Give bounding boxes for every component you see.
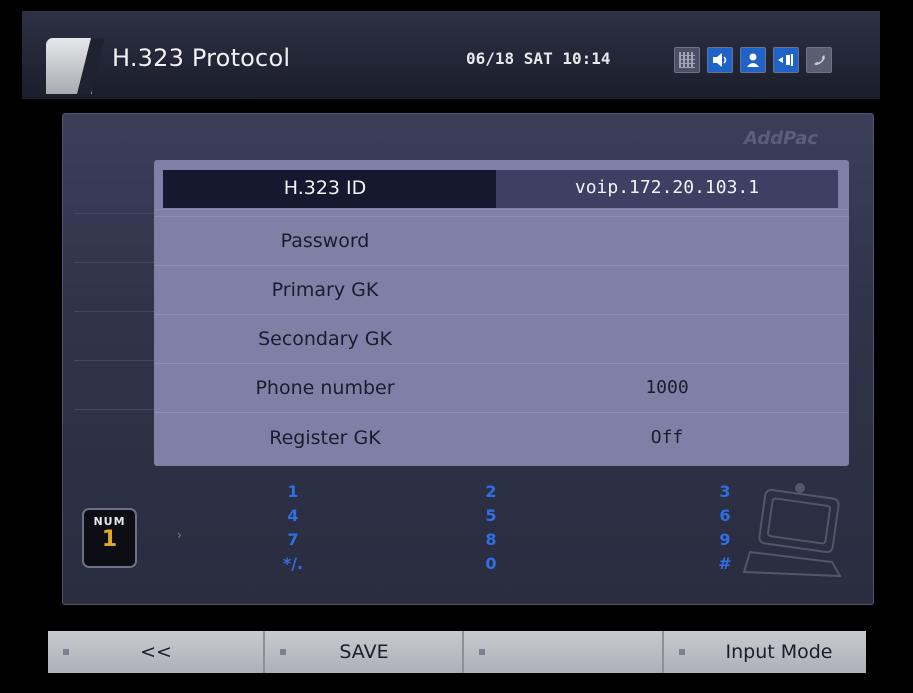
videophone-illustration-icon xyxy=(742,483,842,578)
setting-row-primary-gk[interactable]: Primary GK xyxy=(154,266,849,314)
back-label: << xyxy=(140,641,172,663)
divider xyxy=(74,213,154,214)
setting-row-h323-id[interactable]: H.323 ID voip.172.20.103.1 xyxy=(154,160,849,216)
save-label: SAVE xyxy=(339,641,389,663)
network-icon[interactable] xyxy=(773,47,799,73)
keypad-key: 1 xyxy=(287,482,299,501)
back-button[interactable]: << xyxy=(48,631,264,673)
setting-value[interactable] xyxy=(496,266,838,314)
setting-label: Primary GK xyxy=(271,279,379,301)
divider xyxy=(74,360,154,361)
save-button[interactable]: SAVE xyxy=(265,631,463,673)
divider xyxy=(74,262,154,263)
blank-softkey[interactable] xyxy=(464,631,662,673)
user-icon[interactable] xyxy=(740,47,766,73)
keypad-key: 2 xyxy=(485,482,497,501)
input-mode-button-label: Input Mode xyxy=(725,641,833,663)
softkey-indicator xyxy=(479,649,485,655)
phone-icon[interactable] xyxy=(806,47,832,73)
setting-value[interactable]: voip.172.20.103.1 xyxy=(496,168,838,208)
setting-label: H.323 ID xyxy=(283,177,367,199)
keypad-key: 9 xyxy=(719,530,731,549)
setting-value[interactable]: Off xyxy=(496,413,838,463)
setting-row-password[interactable]: Password xyxy=(154,217,849,265)
setting-label: Password xyxy=(280,230,370,252)
keypad-key: 8 xyxy=(485,530,497,549)
keypad-key: 6 xyxy=(719,506,731,525)
chevron-right-icon: › xyxy=(177,528,182,542)
setting-row-secondary-gk[interactable]: Secondary GK xyxy=(154,315,849,363)
input-mode-button[interactable]: Input Mode xyxy=(664,631,866,673)
keypad-key: 5 xyxy=(485,506,497,525)
input-mode-badge: NUM 1 xyxy=(82,508,137,568)
speaker-icon[interactable] xyxy=(707,47,733,73)
setting-row-phone-number[interactable]: Phone number 1000 xyxy=(154,364,849,412)
screen: H.323 Protocol 06/18 SAT 10:14 AddPac H.… xyxy=(0,0,913,693)
keypad-key: 0 xyxy=(485,554,497,573)
setting-value[interactable]: 1000 xyxy=(496,364,838,412)
setting-value[interactable] xyxy=(496,315,838,363)
brand-logo: AddPac xyxy=(744,128,819,149)
keypad-key: 3 xyxy=(719,482,731,501)
page-title: H.323 Protocol xyxy=(112,44,291,72)
divider xyxy=(74,409,154,410)
setting-label: Phone number xyxy=(255,377,395,399)
setting-row-register-gk[interactable]: Register GK Off xyxy=(154,413,849,463)
setting-value[interactable] xyxy=(496,217,838,265)
grid-icon[interactable] xyxy=(674,47,700,73)
setting-label: Secondary GK xyxy=(258,328,392,350)
keypad-key: 4 xyxy=(287,506,299,525)
keypad-key: */. xyxy=(282,554,304,573)
datetime-display: 06/18 SAT 10:14 xyxy=(466,49,611,68)
keypad-key: 7 xyxy=(287,530,299,549)
input-mode-number: 1 xyxy=(101,527,118,552)
keypad-key: # xyxy=(718,554,732,573)
setting-label: Register GK xyxy=(269,427,381,449)
divider xyxy=(74,311,154,312)
